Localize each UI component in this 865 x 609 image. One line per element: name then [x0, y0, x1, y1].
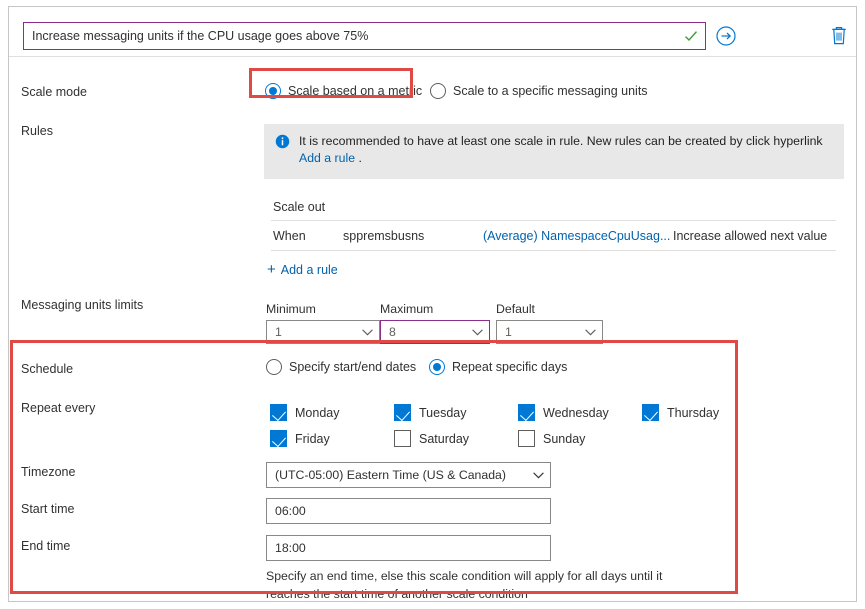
minimum-value: 1	[275, 325, 282, 339]
arrow-circle-right-icon	[716, 26, 736, 46]
info-icon	[275, 134, 290, 149]
checkbox-indicator-sunday	[518, 430, 535, 447]
start-time-label: Start time	[21, 502, 75, 516]
add-a-rule-button[interactable]: + Add a rule	[267, 261, 338, 278]
delete-condition-button[interactable]	[829, 25, 849, 47]
trash-icon	[832, 27, 846, 45]
messaging-units-limits-label: Messaging units limits	[21, 298, 144, 312]
table-row[interactable]: When sppremsbusns (Average) NamespaceCpu…	[271, 221, 836, 251]
maximum-dropdown[interactable]: 8	[380, 320, 490, 344]
condition-title-row: Increase messaging units if the CPU usag…	[9, 7, 856, 57]
radio-label-specify-start-end-dates: Specify start/end dates	[289, 360, 417, 374]
checkbox-indicator-tuesday	[394, 404, 411, 421]
radio-indicator-scale-to-specific-units	[430, 83, 446, 99]
start-time-value: 06:00	[275, 504, 306, 518]
default-dropdown[interactable]: 1	[496, 320, 603, 344]
timezone-dropdown[interactable]: (UTC-05:00) Eastern Time (US & Canada)	[266, 462, 551, 488]
rules-info-text: It is recommended to have at least one s…	[299, 133, 832, 179]
chevron-down-icon	[472, 328, 483, 335]
radio-scale-to-specific-units[interactable]: Scale to a specific messaging units	[430, 83, 648, 99]
radio-repeat-specific-days[interactable]: Repeat specific days	[429, 359, 567, 375]
checkbox-indicator-monday	[270, 404, 287, 421]
checkbox-indicator-saturday	[394, 430, 411, 447]
rules-label: Rules	[21, 124, 53, 138]
radio-specify-start-end-dates[interactable]: Specify start/end dates	[266, 359, 416, 375]
radio-indicator-specify-start-end-dates	[266, 359, 282, 375]
checkbox-label-thursday: Thursday	[667, 405, 720, 420]
radio-indicator-scale-based-on-metric	[265, 83, 281, 99]
checkbox-label-tuesday: Tuesday	[419, 405, 467, 420]
plus-icon: +	[267, 261, 276, 278]
radio-scale-based-on-metric[interactable]: Scale based on a metric	[265, 83, 422, 99]
chevron-down-icon	[362, 328, 373, 335]
checkbox-monday[interactable]: Monday	[270, 404, 339, 421]
rules-info-text-part1: It is recommended to have at least one s…	[299, 134, 823, 148]
checkbox-sunday[interactable]: Sunday	[518, 430, 585, 447]
checkbox-indicator-friday	[270, 430, 287, 447]
radio-indicator-repeat-specific-days	[429, 359, 445, 375]
scale-condition-panel: Increase messaging units if the CPU usag…	[0, 0, 865, 609]
timezone-label: Timezone	[21, 465, 76, 479]
checkbox-indicator-wednesday	[518, 404, 535, 421]
checkbox-label-sunday: Sunday	[543, 431, 586, 446]
end-time-value: 18:00	[275, 541, 306, 555]
checkbox-indicator-thursday	[642, 404, 659, 421]
minimum-dropdown[interactable]: 1	[266, 320, 380, 344]
end-time-hint: Specify an end time, else this scale con…	[266, 569, 663, 601]
checkbox-label-monday: Monday	[295, 405, 340, 420]
default-label: Default	[496, 302, 535, 316]
radio-label-repeat-specific-days: Repeat specific days	[452, 360, 568, 374]
rule-metric-cell[interactable]: (Average) NamespaceCpuUsag...	[483, 229, 673, 243]
chevron-down-icon	[585, 328, 596, 335]
radio-label-scale-to-specific-units: Scale to a specific messaging units	[453, 84, 648, 98]
checkbox-tuesday[interactable]: Tuesday	[394, 404, 466, 421]
rule-resource-cell: sppremsbusns	[343, 228, 425, 243]
add-a-rule-link-inline[interactable]: Add a rule	[299, 151, 355, 165]
checkbox-label-wednesday: Wednesday	[543, 405, 609, 420]
timezone-value: (UTC-05:00) Eastern Time (US & Canada)	[275, 468, 506, 482]
checkbox-label-saturday: Saturday	[419, 431, 470, 446]
default-value: 1	[505, 325, 512, 339]
rules-info-text-part2: .	[355, 151, 362, 165]
end-time-input[interactable]: 18:00	[266, 535, 551, 561]
rule-when-cell: When	[273, 228, 306, 243]
scale-out-section-header: Scale out	[271, 193, 836, 221]
scale-condition-card: Increase messaging units if the CPU usag…	[8, 6, 857, 602]
scale-mode-label: Scale mode	[21, 85, 88, 99]
maximum-label: Maximum	[380, 302, 434, 316]
chevron-down-icon	[533, 471, 544, 478]
maximum-value: 8	[389, 325, 396, 339]
rule-action-cell: Increase allowed next value	[673, 228, 828, 243]
checkbox-friday[interactable]: Friday	[270, 430, 330, 447]
checkbox-wednesday[interactable]: Wednesday	[518, 404, 609, 421]
checkbox-label-friday: Friday	[295, 431, 330, 446]
start-time-input[interactable]: 06:00	[266, 498, 551, 524]
schedule-label: Schedule	[21, 362, 74, 376]
scale-rules-table: Scale out When sppremsbusns (Average) Na…	[271, 193, 836, 251]
radio-label-scale-based-on-metric: Scale based on a metric	[288, 84, 423, 98]
condition-name-input[interactable]: Increase messaging units if the CPU usag…	[23, 22, 706, 50]
rules-info-banner: It is recommended to have at least one s…	[264, 124, 844, 179]
check-icon	[685, 31, 698, 42]
checkbox-saturday[interactable]: Saturday	[394, 430, 469, 447]
add-a-rule-label: Add a rule	[280, 263, 338, 277]
condition-name-value: Increase messaging units if the CPU usag…	[32, 29, 369, 43]
minimum-label: Minimum	[266, 302, 316, 316]
expand-condition-button[interactable]	[715, 25, 737, 47]
end-time-label: End time	[21, 539, 71, 553]
repeat-every-label: Repeat every	[21, 401, 96, 415]
checkbox-thursday[interactable]: Thursday	[642, 404, 719, 421]
